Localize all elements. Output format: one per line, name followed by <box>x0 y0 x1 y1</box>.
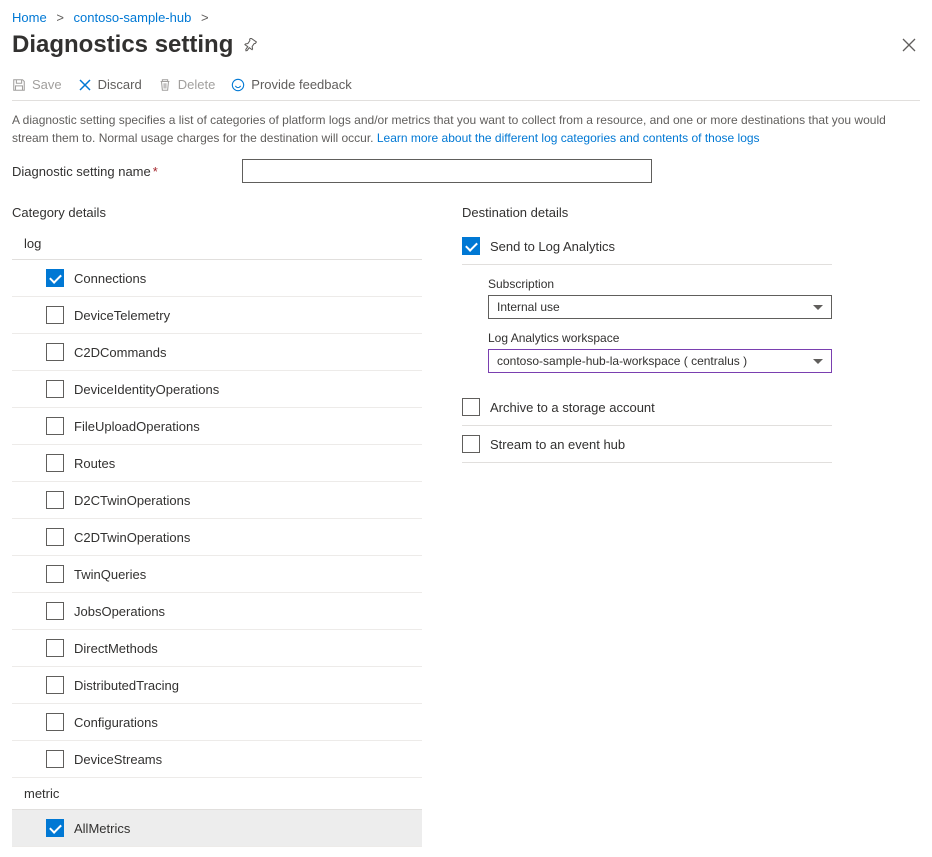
save-button[interactable]: Save <box>12 77 62 92</box>
pin-icon[interactable] <box>243 38 257 52</box>
log-row[interactable]: TwinQueries <box>12 556 422 593</box>
log-checkbox[interactable] <box>46 380 64 398</box>
chevron-right-icon: > <box>195 10 215 25</box>
log-label: C2DTwinOperations <box>74 530 190 545</box>
log-row[interactable]: DistributedTracing <box>12 667 422 704</box>
stream-eventhub-label: Stream to an event hub <box>490 437 625 452</box>
log-label: JobsOperations <box>74 604 165 619</box>
log-label: DistributedTracing <box>74 678 179 693</box>
log-checkbox[interactable] <box>46 565 64 583</box>
metric-checkbox[interactable] <box>46 819 64 837</box>
stream-eventhub-checkbox[interactable] <box>462 435 480 453</box>
log-row[interactable]: Routes <box>12 445 422 482</box>
discard-button[interactable]: Discard <box>78 77 142 92</box>
log-header: log <box>12 228 422 260</box>
log-row[interactable]: DirectMethods <box>12 630 422 667</box>
diagnostic-name-input[interactable] <box>242 159 652 183</box>
log-row[interactable]: Configurations <box>12 704 422 741</box>
log-label: TwinQueries <box>74 567 146 582</box>
log-label: Connections <box>74 271 146 286</box>
subscription-select[interactable]: Internal use <box>488 295 832 319</box>
learn-more-link[interactable]: Learn more about the different log categ… <box>377 131 760 145</box>
workspace-label: Log Analytics workspace <box>488 331 832 345</box>
log-row[interactable]: DeviceTelemetry <box>12 297 422 334</box>
stream-eventhub-row[interactable]: Stream to an event hub <box>462 426 832 463</box>
subscription-label: Subscription <box>488 277 832 291</box>
category-details-title: Category details <box>12 205 422 220</box>
log-checkbox[interactable] <box>46 750 64 768</box>
chevron-down-icon <box>813 359 823 364</box>
archive-storage-checkbox[interactable] <box>462 398 480 416</box>
log-label: Routes <box>74 456 115 471</box>
workspace-select[interactable]: contoso-sample-hub-la-workspace ( centra… <box>488 349 832 373</box>
archive-storage-label: Archive to a storage account <box>490 400 655 415</box>
send-log-analytics-row[interactable]: Send to Log Analytics <box>462 228 832 265</box>
log-row[interactable]: DeviceIdentityOperations <box>12 371 422 408</box>
log-checkbox[interactable] <box>46 491 64 509</box>
log-label: FileUploadOperations <box>74 419 200 434</box>
discard-icon <box>78 78 92 92</box>
close-icon[interactable] <box>898 34 920 56</box>
log-checkbox[interactable] <box>46 528 64 546</box>
send-log-analytics-checkbox[interactable] <box>462 237 480 255</box>
delete-icon <box>158 78 172 92</box>
log-label: DirectMethods <box>74 641 158 656</box>
metric-header: metric <box>12 778 422 810</box>
log-label: C2DCommands <box>74 345 166 360</box>
description-text: A diagnostic setting specifies a list of… <box>12 111 912 147</box>
archive-storage-row[interactable]: Archive to a storage account <box>462 389 832 426</box>
log-checkbox[interactable] <box>46 343 64 361</box>
log-checkbox[interactable] <box>46 639 64 657</box>
log-row[interactable]: C2DTwinOperations <box>12 519 422 556</box>
chevron-right-icon: > <box>50 10 70 25</box>
log-row[interactable]: FileUploadOperations <box>12 408 422 445</box>
delete-button[interactable]: Delete <box>158 77 216 92</box>
feedback-icon <box>231 78 245 92</box>
log-checkbox[interactable] <box>46 454 64 472</box>
log-checkbox[interactable] <box>46 713 64 731</box>
log-label: DeviceIdentityOperations <box>74 382 219 397</box>
log-row[interactable]: D2CTwinOperations <box>12 482 422 519</box>
log-row[interactable]: Connections <box>12 260 422 297</box>
name-label: Diagnostic setting name* <box>12 164 242 179</box>
breadcrumb: Home > contoso-sample-hub > <box>12 10 920 25</box>
log-checkbox[interactable] <box>46 417 64 435</box>
log-checkbox[interactable] <box>46 269 64 287</box>
log-checkbox[interactable] <box>46 306 64 324</box>
log-row[interactable]: C2DCommands <box>12 334 422 371</box>
feedback-button[interactable]: Provide feedback <box>231 77 351 92</box>
log-label: DeviceStreams <box>74 752 162 767</box>
log-checkbox[interactable] <box>46 676 64 694</box>
breadcrumb-home[interactable]: Home <box>12 10 47 25</box>
chevron-down-icon <box>813 305 823 310</box>
log-label: DeviceTelemetry <box>74 308 170 323</box>
send-log-analytics-label: Send to Log Analytics <box>490 239 615 254</box>
log-label: Configurations <box>74 715 158 730</box>
metric-row[interactable]: AllMetrics <box>12 810 422 847</box>
metric-label: AllMetrics <box>74 821 130 836</box>
log-row[interactable]: JobsOperations <box>12 593 422 630</box>
toolbar: Save Discard Delete Provide feedback <box>12 77 920 101</box>
destination-details-title: Destination details <box>462 205 832 220</box>
breadcrumb-hub[interactable]: contoso-sample-hub <box>74 10 192 25</box>
page-title: Diagnostics setting <box>12 31 233 59</box>
log-row[interactable]: DeviceStreams <box>12 741 422 778</box>
log-checkbox[interactable] <box>46 602 64 620</box>
save-icon <box>12 78 26 92</box>
log-label: D2CTwinOperations <box>74 493 190 508</box>
